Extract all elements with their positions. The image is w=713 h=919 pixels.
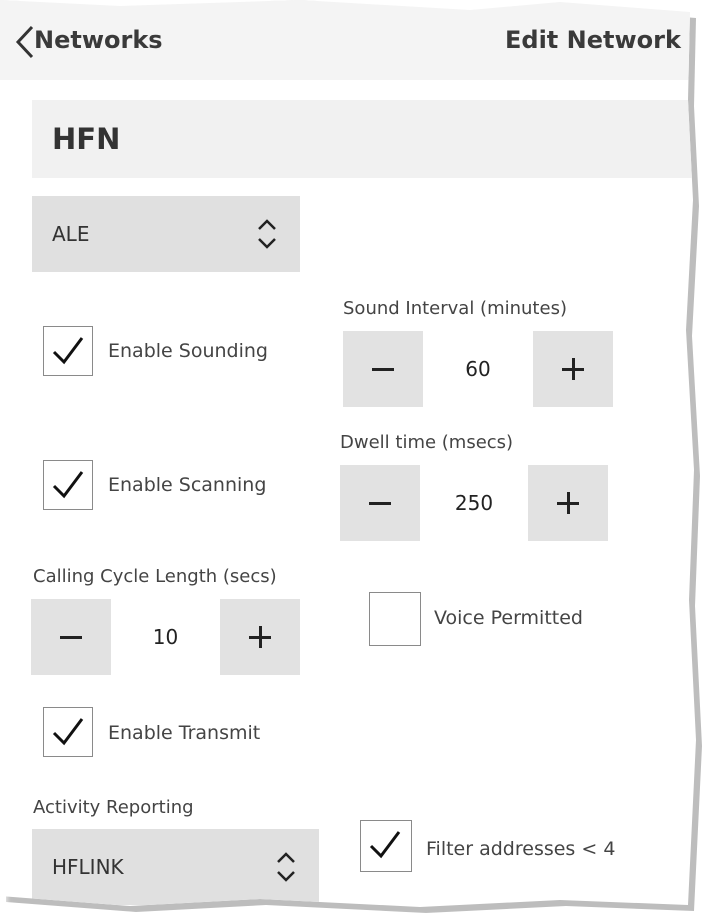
- sound-interval-stepper: 60: [343, 331, 613, 407]
- calling-cycle-minus-button[interactable]: [31, 599, 111, 675]
- checkmark-icon: [369, 831, 401, 859]
- network-name-field[interactable]: HFN: [32, 100, 692, 178]
- sound-interval-label: Sound Interval (minutes): [343, 298, 567, 319]
- dwell-time-stepper: 250: [340, 465, 608, 541]
- sound-interval-minus-button[interactable]: [343, 331, 423, 407]
- activity-reporting-select[interactable]: HFLINK: [32, 829, 319, 905]
- network-name-value: HFN: [52, 122, 121, 156]
- sound-interval-value[interactable]: 60: [423, 331, 533, 407]
- updown-chevron-icon: [277, 852, 295, 882]
- back-chevron-icon[interactable]: [14, 24, 36, 60]
- sound-interval-plus-button[interactable]: [533, 331, 613, 407]
- dwell-time-value[interactable]: 250: [420, 465, 528, 541]
- enable-sounding-checkbox[interactable]: [43, 326, 93, 376]
- checkmark-icon: [52, 471, 84, 499]
- voice-permitted-checkbox[interactable]: [369, 592, 421, 646]
- dwell-time-plus-button[interactable]: [528, 465, 608, 541]
- filter-addresses-checkbox[interactable]: [360, 820, 412, 872]
- edit-network-panel: Networks Edit Network HFN ALE Enable Sou…: [0, 0, 696, 907]
- activity-reporting-label: Activity Reporting: [33, 797, 194, 818]
- calling-cycle-value[interactable]: 10: [111, 599, 220, 675]
- page-title: Edit Network: [505, 26, 681, 54]
- dwell-time-label: Dwell time (msecs): [340, 432, 514, 453]
- calling-cycle-label: Calling Cycle Length (secs): [33, 566, 277, 587]
- checkmark-icon: [52, 718, 84, 746]
- protocol-select-value: ALE: [52, 222, 90, 246]
- filter-addresses-label: Filter addresses < 4: [426, 838, 616, 860]
- enable-transmit-label: Enable Transmit: [108, 722, 261, 744]
- updown-chevron-icon: [258, 219, 276, 249]
- dwell-time-minus-button[interactable]: [340, 465, 420, 541]
- protocol-select[interactable]: ALE: [32, 196, 300, 272]
- calling-cycle-stepper: 10: [31, 599, 300, 675]
- top-bar: Networks Edit Network: [0, 0, 696, 80]
- voice-permitted-label: Voice Permitted: [434, 607, 583, 629]
- checkmark-icon: [52, 337, 84, 365]
- enable-scanning-checkbox[interactable]: [43, 460, 93, 510]
- enable-transmit-checkbox[interactable]: [43, 707, 93, 757]
- back-button[interactable]: Networks: [34, 26, 163, 54]
- calling-cycle-plus-button[interactable]: [220, 599, 300, 675]
- activity-reporting-value: HFLINK: [52, 855, 124, 879]
- enable-scanning-label: Enable Scanning: [108, 474, 267, 496]
- enable-sounding-label: Enable Sounding: [108, 340, 268, 362]
